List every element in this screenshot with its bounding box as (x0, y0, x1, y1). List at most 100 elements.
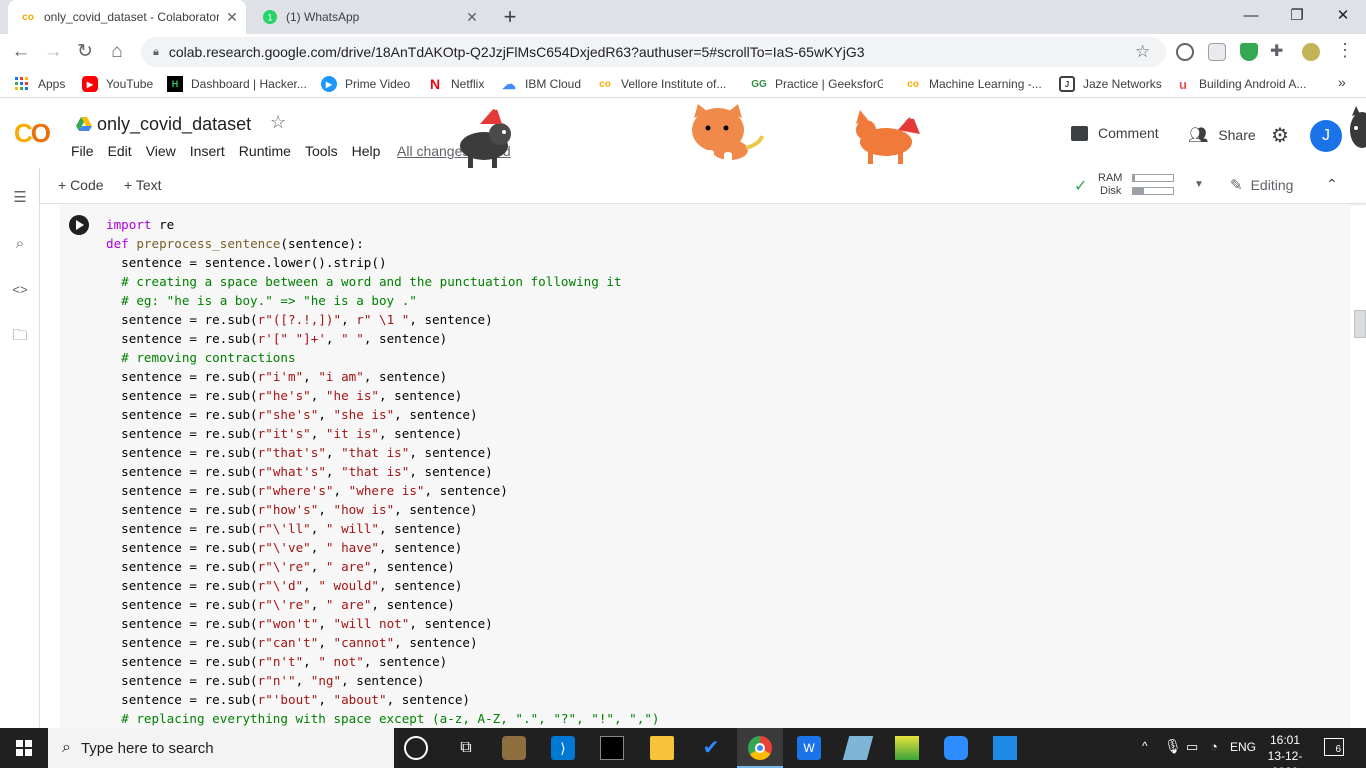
share-button[interactable]: 👥︎ Share (1188, 125, 1256, 145)
extension-sync-icon[interactable] (1176, 43, 1194, 61)
settings-gear-icon[interactable]: ⚙ (1271, 123, 1289, 148)
extension-doc-icon[interactable] (1208, 43, 1226, 61)
code-line[interactable]: sentence = re.sub(r"([?.!,])", r" \1 ", … (106, 310, 660, 329)
terminal-icon[interactable] (600, 736, 624, 760)
address-bar[interactable]: 🔒︎ colab.research.google.com/drive/18AnT… (141, 37, 1166, 67)
reload-icon[interactable]: ↻ (72, 39, 98, 65)
task-view-icon[interactable]: ⧉ (454, 736, 478, 760)
tab-colab[interactable]: co only_covid_dataset - Colaboratory ✕ (8, 0, 246, 34)
home-icon[interactable]: ⌂ (104, 39, 130, 65)
add-text-button[interactable]: + Text (124, 177, 162, 193)
run-cell-icon[interactable] (69, 215, 89, 235)
cortana-icon[interactable] (404, 736, 428, 760)
notepad-icon[interactable] (842, 736, 874, 760)
code-line[interactable]: def preprocess_sentence(sentence): (106, 234, 660, 253)
bookmark-machine-learning[interactable]: co Machine Learning -... (905, 76, 1042, 92)
todo-icon[interactable]: ✔ (699, 736, 723, 760)
code-line[interactable]: sentence = re.sub(r"can't", "cannot", se… (106, 633, 660, 652)
bluestacks-icon[interactable] (895, 736, 919, 760)
code-line[interactable]: sentence = re.sub(r"where's", "where is"… (106, 481, 660, 500)
code-line[interactable]: sentence = re.sub(r"she's", "she is", se… (106, 405, 660, 424)
menu-edit[interactable]: Edit (108, 143, 132, 159)
vscode-icon[interactable]: ⟩ (551, 736, 575, 760)
add-code-button[interactable]: + Code (58, 177, 104, 193)
close-window-icon[interactable]: ✕ (1320, 4, 1366, 28)
scrollbar-thumb[interactable] (1354, 310, 1366, 338)
close-tab-icon[interactable]: ✕ (224, 9, 240, 25)
files-folder-icon[interactable]: 🗀︎ (10, 326, 30, 346)
tab-whatsapp[interactable]: 1 (1) WhatsApp ✕ (250, 0, 486, 34)
bookmark-prime-video[interactable]: ▶ Prime Video (321, 76, 410, 92)
menu-file[interactable]: File (71, 143, 94, 159)
code-line[interactable]: sentence = sentence.lower().strip() (106, 253, 660, 272)
code-editor[interactable]: import re def preprocess_sentence(sentenc… (106, 215, 660, 728)
editing-mode-button[interactable]: ✎ Editing (1230, 176, 1293, 194)
menu-insert[interactable]: Insert (190, 143, 225, 159)
code-line[interactable]: sentence = re.sub(r"won't", "will not", … (106, 614, 660, 633)
resources-dropdown-icon[interactable]: ▼ (1194, 178, 1204, 191)
code-line[interactable]: import re (106, 215, 660, 234)
avatar[interactable]: J (1310, 120, 1342, 152)
back-icon[interactable]: ← (8, 39, 34, 65)
code-line[interactable]: sentence = re.sub(r"how's", "how is", se… (106, 500, 660, 519)
bookmark-vit[interactable]: co Vellore Institute of... (597, 76, 726, 92)
network-icon[interactable]: ◔ (1210, 739, 1218, 754)
colab-logo[interactable]: CO (14, 118, 51, 149)
extensions-puzzle-icon[interactable]: ✚ (1270, 41, 1283, 61)
code-line[interactable]: sentence = re.sub(r"'bout", "about", sen… (106, 690, 660, 709)
bookmark-hackerrank[interactable]: H Dashboard | Hacker... (167, 76, 307, 92)
code-line[interactable]: sentence = re.sub(r"\'re", " are", sente… (106, 595, 660, 614)
code-line[interactable]: sentence = re.sub(r"that's", "that is", … (106, 443, 660, 462)
menu-tools[interactable]: Tools (305, 143, 338, 159)
code-line[interactable]: # replacing everything with space except… (106, 709, 659, 728)
table-of-contents-icon[interactable]: ☰ (10, 188, 30, 208)
more-bookmarks-icon[interactable]: » (1338, 74, 1346, 90)
code-line[interactable]: sentence = re.sub(r"n'", "ng", sentence) (106, 671, 660, 690)
bookmark-building-android[interactable]: u Building Android A... (1175, 76, 1306, 92)
search-icon[interactable]: ⌕ (10, 234, 30, 254)
bookmark-geeksforgeeks[interactable]: GG Practice | GeeksforGeeks (751, 76, 883, 92)
menu-help[interactable]: Help (352, 143, 381, 159)
photos-icon[interactable] (993, 736, 1017, 760)
star-notebook-icon[interactable]: ☆ (270, 112, 286, 133)
comment-button[interactable]: Comment (1071, 125, 1159, 141)
notebook-title[interactable]: only_covid_dataset (97, 114, 251, 135)
word-app-icon[interactable]: W (797, 736, 821, 760)
code-line[interactable]: sentence = re.sub(r"he's", "he is", sent… (106, 386, 660, 405)
battery-icon[interactable]: ▭ (1186, 739, 1198, 755)
code-line[interactable]: sentence = re.sub(r'[" "]+', " ", senten… (106, 329, 660, 348)
code-line[interactable]: sentence = re.sub(r"i'm", "i am", senten… (106, 367, 660, 386)
bookmark-apps[interactable]: Apps (14, 76, 65, 92)
tray-chevron-icon[interactable]: ^ (1142, 739, 1148, 753)
windows-start-icon[interactable] (0, 728, 48, 768)
file-explorer-icon[interactable] (650, 736, 674, 760)
code-line[interactable]: # removing contractions (106, 348, 660, 367)
code-cell[interactable]: import re def preprocess_sentence(sentenc… (60, 204, 1350, 728)
close-tab-icon[interactable]: ✕ (464, 9, 480, 25)
extension-shield-icon[interactable] (1240, 43, 1258, 61)
code-line[interactable]: sentence = re.sub(r"n't", " not", senten… (106, 652, 660, 671)
notifications-icon[interactable]: 6 (1324, 738, 1344, 756)
bookmark-jaze-networks[interactable]: J Jaze Networks (1059, 76, 1162, 92)
bookmark-youtube[interactable]: ▶ YouTube (82, 76, 153, 92)
zoom-icon[interactable] (944, 736, 968, 760)
code-snippets-icon[interactable]: <> (10, 280, 30, 300)
taskbar-clock[interactable]: 16:01 13-12-2020 (1258, 732, 1312, 780)
minimize-icon[interactable]: — (1228, 4, 1274, 28)
language-indicator[interactable]: ENG (1230, 740, 1256, 754)
code-line[interactable]: sentence = re.sub(r"\'ll", " will", sent… (106, 519, 660, 538)
app-icon-1[interactable] (502, 736, 526, 760)
code-line[interactable]: # eg: "he is a boy." => "he is a boy ." (106, 291, 660, 310)
new-tab-button[interactable]: + (500, 4, 520, 30)
code-line[interactable]: sentence = re.sub(r"\'d", " would", sent… (106, 576, 660, 595)
chrome-taskbar-button[interactable] (737, 728, 783, 768)
bookmark-ibm-cloud[interactable]: ☁ IBM Cloud (501, 76, 581, 92)
browser-menu-icon[interactable]: ⋮ (1336, 40, 1354, 61)
code-line[interactable]: sentence = re.sub(r"\'re", " are", sente… (106, 557, 660, 576)
collapse-header-icon[interactable]: ⌃ (1326, 176, 1338, 193)
code-line[interactable]: sentence = re.sub(r"it's", "it is", sent… (106, 424, 660, 443)
microphone-icon[interactable]: 🎙︎ (1164, 738, 1182, 755)
code-line[interactable]: sentence = re.sub(r"what's", "that is", … (106, 462, 660, 481)
restore-icon[interactable]: ❐ (1274, 4, 1320, 28)
menu-runtime[interactable]: Runtime (239, 143, 291, 159)
